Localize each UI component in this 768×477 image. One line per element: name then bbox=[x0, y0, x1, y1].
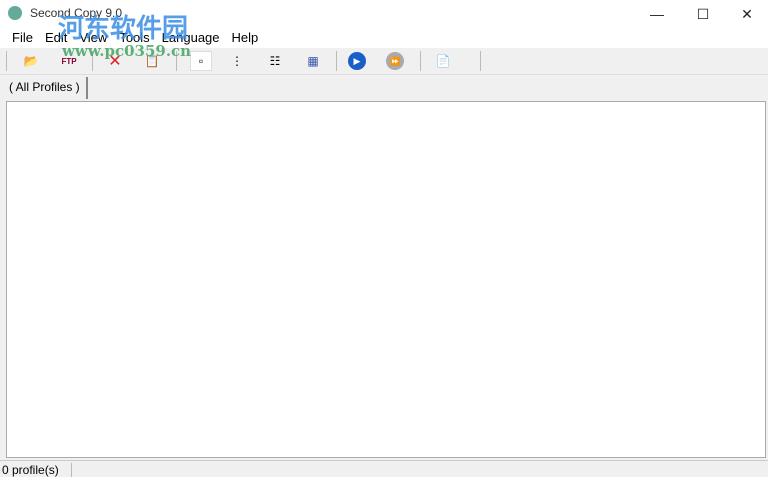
run-button[interactable]: ▶ bbox=[348, 52, 366, 70]
new-profile-button[interactable]: 📂 bbox=[20, 51, 42, 71]
log-button[interactable]: 📄 bbox=[432, 51, 454, 71]
view-details-button[interactable]: ▦ bbox=[302, 51, 324, 71]
menu-help[interactable]: Help bbox=[226, 28, 265, 48]
tab-bar: ( All Profiles ) bbox=[0, 75, 768, 101]
minimize-button[interactable]: — bbox=[634, 0, 680, 28]
view-list-button[interactable]: ☷ bbox=[264, 51, 286, 71]
watermark-url: www.pc0359.cn bbox=[62, 42, 192, 60]
profiles-list[interactable] bbox=[6, 101, 766, 458]
view-tree-button[interactable]: ⋮ bbox=[226, 51, 248, 71]
view-icons-button[interactable]: ▫ bbox=[190, 51, 212, 71]
menu-file[interactable]: File bbox=[6, 28, 39, 48]
status-bar: 0 profile(s) bbox=[0, 460, 768, 477]
watermark-logo: 河东软件园 bbox=[58, 14, 189, 44]
maximize-button[interactable]: ☐ bbox=[680, 0, 726, 28]
close-button[interactable]: ✕ bbox=[724, 0, 768, 28]
profile-count: 0 profile(s) bbox=[2, 463, 72, 477]
run-all-button[interactable]: ⏩ bbox=[386, 52, 404, 70]
tab-all-profiles[interactable]: ( All Profiles ) bbox=[3, 77, 88, 99]
app-icon bbox=[8, 6, 22, 20]
